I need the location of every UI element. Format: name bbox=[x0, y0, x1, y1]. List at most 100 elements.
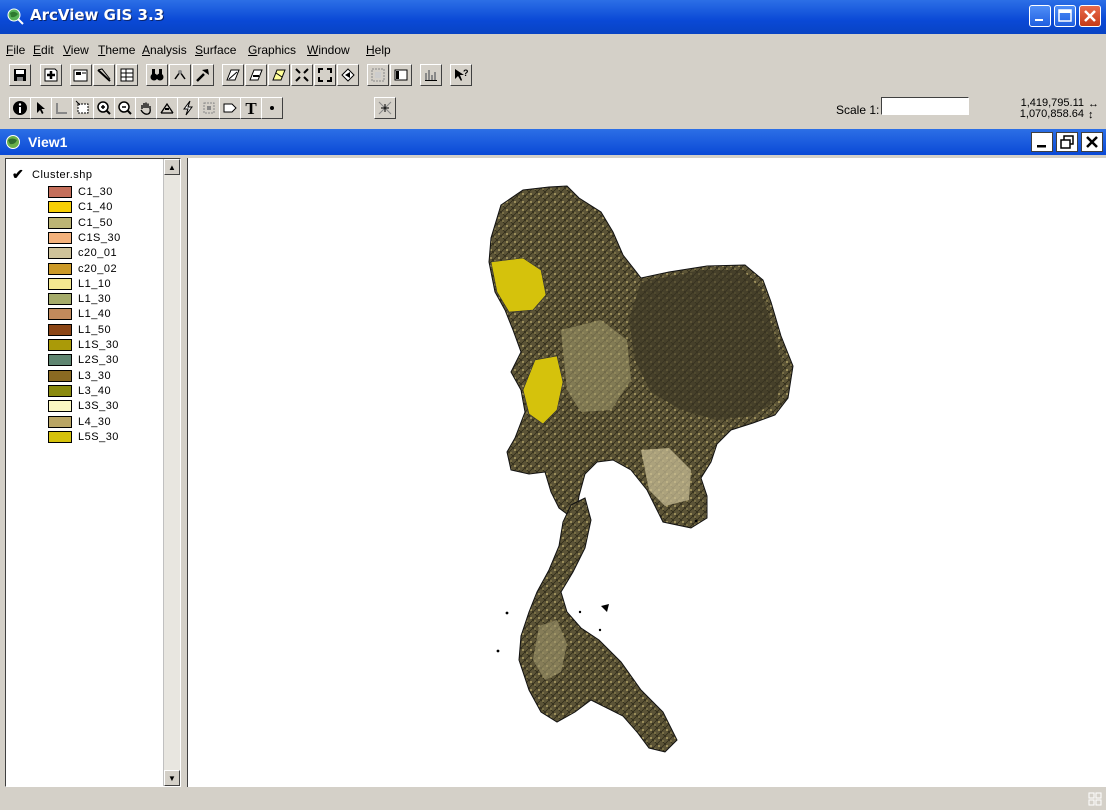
theme-properties-button[interactable] bbox=[70, 64, 92, 86]
locate-address-button[interactable] bbox=[169, 64, 191, 86]
scroll-down-button[interactable]: ▼ bbox=[164, 770, 180, 786]
map-display bbox=[488, 185, 794, 753]
legend-swatch bbox=[48, 430, 72, 443]
clear-selection-button[interactable] bbox=[390, 64, 412, 86]
close-button[interactable] bbox=[1079, 5, 1101, 27]
menu-bar: File Edit View Theme Analysis Surface Gr… bbox=[0, 34, 1106, 59]
coordinate-y: 1,070,858.64 bbox=[1019, 108, 1084, 120]
menu-view[interactable]: View bbox=[63, 43, 89, 57]
minimize-button[interactable] bbox=[1029, 5, 1051, 27]
legend-swatch bbox=[48, 262, 72, 275]
menu-help[interactable]: Help bbox=[366, 43, 391, 57]
legend-swatch bbox=[48, 384, 72, 397]
zoom-to-themes-button[interactable] bbox=[245, 64, 267, 86]
vertical-arrow-icon: ↕ bbox=[1088, 109, 1094, 121]
legend-swatch bbox=[48, 415, 72, 428]
zoom-out-tool[interactable] bbox=[114, 97, 136, 119]
legend-label: L2S_30 bbox=[78, 354, 119, 367]
legend-label: L4_30 bbox=[78, 415, 112, 428]
maximize-button[interactable] bbox=[1054, 5, 1076, 27]
draw-point-tool[interactable] bbox=[261, 97, 283, 119]
legend-swatch bbox=[48, 354, 72, 367]
legend-swatch bbox=[48, 323, 72, 336]
view-minimize-button[interactable] bbox=[1031, 132, 1053, 152]
app-title-bar: ArcView GIS 3.3 bbox=[0, 0, 1106, 34]
scale-input[interactable] bbox=[881, 97, 969, 115]
legend-label: L1_10 bbox=[78, 277, 112, 290]
legend-label: L3_30 bbox=[78, 369, 112, 382]
legend-label: c20_02 bbox=[78, 262, 118, 275]
vertex-edit-tool[interactable] bbox=[51, 97, 73, 119]
zoom-out-button[interactable] bbox=[314, 64, 336, 86]
zoom-to-selected-button[interactable] bbox=[268, 64, 290, 86]
identify-tool[interactable] bbox=[9, 97, 31, 119]
select-feature-tool[interactable] bbox=[72, 97, 94, 119]
resize-grip-icon[interactable] bbox=[1088, 792, 1102, 806]
legend-swatch bbox=[48, 201, 72, 214]
edit-legend-button[interactable] bbox=[93, 64, 115, 86]
menu-analysis[interactable]: Analysis bbox=[142, 43, 187, 57]
scale-label: Scale 1: bbox=[836, 103, 880, 117]
menu-graphics[interactable]: Graphics bbox=[248, 43, 296, 57]
legend-label: C1_50 bbox=[78, 216, 113, 229]
menu-edit[interactable]: Edit bbox=[33, 43, 54, 57]
text-tool-glyph: T bbox=[245, 98, 257, 118]
legend-label: C1S_30 bbox=[78, 231, 121, 244]
legend-label: L3S_30 bbox=[78, 400, 119, 413]
open-table-button[interactable] bbox=[116, 64, 138, 86]
legend-swatch bbox=[48, 186, 72, 198]
menu-surface[interactable]: Surface bbox=[195, 43, 236, 57]
save-button[interactable] bbox=[9, 64, 31, 86]
legend-swatch bbox=[48, 293, 72, 306]
view-restore-button[interactable] bbox=[1056, 132, 1078, 152]
legend-label: L1_40 bbox=[78, 308, 112, 321]
snap-tool[interactable] bbox=[374, 97, 396, 119]
find-button[interactable] bbox=[146, 64, 168, 86]
arcview-globe-icon bbox=[6, 7, 24, 25]
menu-file[interactable]: File bbox=[6, 43, 25, 57]
zoom-in-tool[interactable] bbox=[93, 97, 115, 119]
legend-label: L1_30 bbox=[78, 293, 112, 306]
measure-tool[interactable] bbox=[156, 97, 178, 119]
legend-swatch bbox=[48, 216, 72, 229]
pointer-tool[interactable] bbox=[30, 97, 52, 119]
view-globe-icon bbox=[5, 134, 23, 153]
legend-label: L1_50 bbox=[78, 323, 112, 336]
theme-visibility-checkbox[interactable]: ✔ bbox=[12, 166, 24, 183]
legend-swatch bbox=[48, 369, 72, 382]
hotlink-tool[interactable] bbox=[177, 97, 199, 119]
svg-text:?: ? bbox=[463, 68, 469, 78]
legend-label: L3_40 bbox=[78, 384, 112, 397]
legend-swatch bbox=[48, 339, 72, 351]
legend-swatch bbox=[48, 231, 72, 244]
menu-window[interactable]: Window bbox=[307, 43, 350, 57]
view-title-bar: View1 bbox=[0, 129, 1106, 155]
zoom-full-extent-button[interactable] bbox=[222, 64, 244, 86]
query-builder-button[interactable] bbox=[192, 64, 214, 86]
legend-swatch bbox=[48, 400, 72, 413]
window-title: ArcView GIS 3.3 bbox=[30, 6, 165, 24]
status-bar bbox=[0, 789, 1106, 810]
view-title: View1 bbox=[28, 134, 68, 150]
pan-tool[interactable] bbox=[135, 97, 157, 119]
create-chart-button[interactable] bbox=[420, 64, 442, 86]
zoom-in-button[interactable] bbox=[291, 64, 313, 86]
legend-label: c20_01 bbox=[78, 247, 118, 260]
text-tool[interactable]: T bbox=[240, 97, 262, 119]
menu-theme[interactable]: Theme bbox=[98, 43, 135, 57]
view-close-button[interactable] bbox=[1081, 132, 1103, 152]
select-all-button[interactable] bbox=[367, 64, 389, 86]
map-canvas[interactable] bbox=[187, 158, 1106, 787]
add-theme-button[interactable] bbox=[40, 64, 62, 86]
toc-scrollbar[interactable]: ▲ ▼ bbox=[163, 159, 180, 786]
zoom-previous-button[interactable] bbox=[337, 64, 359, 86]
area-of-interest-tool[interactable] bbox=[198, 97, 220, 119]
map-gulf-bay bbox=[593, 462, 629, 494]
scroll-up-button[interactable]: ▲ bbox=[164, 159, 180, 175]
help-button[interactable]: ? bbox=[450, 64, 472, 86]
legend-swatch bbox=[48, 308, 72, 321]
label-tool[interactable] bbox=[219, 97, 241, 119]
legend-swatch bbox=[48, 247, 72, 260]
coordinate-readout: 1,419,795.11 1,070,858.64 bbox=[1012, 98, 1084, 120]
theme-name: Cluster.shp bbox=[32, 169, 93, 181]
